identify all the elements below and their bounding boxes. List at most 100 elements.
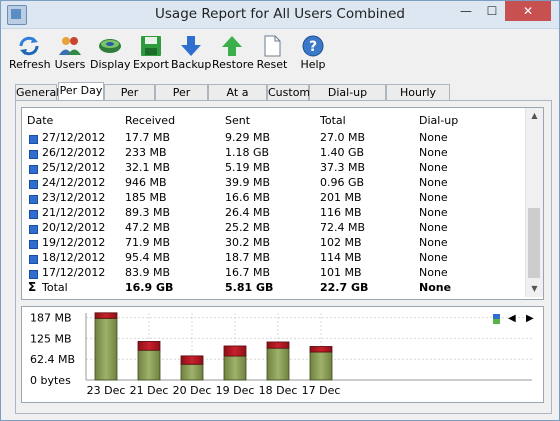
users-button[interactable]: Users (50, 33, 90, 73)
row-received: 233 MB (125, 146, 167, 159)
received-bar (223, 355, 247, 381)
row-date: 24/12/2012 (42, 176, 106, 189)
row-received: 71.9 MB (125, 236, 171, 249)
reset-label: Reset (256, 58, 288, 71)
minimize-button[interactable]: — (453, 1, 479, 21)
col-total[interactable]: Total (320, 114, 346, 127)
sent-bar (180, 355, 204, 365)
display-label: Display (90, 58, 131, 71)
row-received: 185 MB (125, 191, 167, 204)
table-row[interactable]: 24/12/2012 946 MB 39.9 MB 0.96 GB None (22, 176, 522, 192)
col-received[interactable]: Received (125, 114, 175, 127)
row-date: 25/12/2012 (42, 161, 106, 174)
row-marker-icon (29, 225, 38, 234)
maximize-button[interactable]: ☐ (479, 1, 505, 21)
tab-dial-up-sessions[interactable]: Dial-up Sessions (309, 84, 386, 114)
total-dial-up: None (419, 281, 452, 294)
users-label: Users (54, 58, 86, 71)
row-date: 18/12/2012 (42, 251, 106, 264)
refresh-label: Refresh (9, 58, 51, 71)
scroll-down-button[interactable]: ▼ (526, 281, 543, 297)
tab-at-a-glance[interactable]: At a Glance (208, 84, 267, 114)
row-sent: 26.4 MB (225, 206, 271, 219)
row-sent: 5.19 MB (225, 161, 271, 174)
export-button[interactable]: Export (131, 33, 171, 73)
restore-button[interactable]: Restore (212, 33, 254, 73)
row-total: 27.0 MB (320, 131, 366, 144)
scroll-up-button[interactable]: ▲ (526, 108, 543, 124)
table-row[interactable]: 20/12/2012 47.2 MB 25.2 MB 72.4 MB None (22, 221, 522, 237)
received-bar (94, 317, 118, 381)
legend-icon[interactable] (493, 314, 500, 324)
row-marker-icon (29, 240, 38, 249)
bar-chart: 187 MB 125 MB 62.4 MB 0 bytes 23 Dec 21 Dec 20… (30, 312, 532, 397)
svg-text:?: ? (309, 39, 317, 55)
title-bar[interactable]: Usage Report for All Users Combined — ☐ … (1, 1, 559, 29)
row-date: 19/12/2012 (42, 236, 106, 249)
sent-bar (94, 312, 118, 319)
col-dial-up[interactable]: Dial-up (419, 114, 458, 127)
row-marker-icon (29, 180, 38, 189)
help-button[interactable]: ? Help (293, 33, 333, 73)
row-received: 89.3 MB (125, 206, 171, 219)
table-row[interactable]: 26/12/2012 233 MB 1.18 GB 1.40 GB None (22, 146, 522, 162)
table-row[interactable]: 21/12/2012 89.3 MB 26.4 MB 116 MB None (22, 206, 522, 222)
save-disk-icon (141, 36, 161, 56)
row-received: 95.4 MB (125, 251, 171, 264)
sigma-icon: Σ (28, 280, 37, 294)
refresh-button[interactable]: Refresh (9, 33, 51, 73)
row-sent: 39.9 MB (225, 176, 271, 189)
row-dial-up: None (419, 221, 448, 234)
tab-hourly-rates[interactable]: Hourly Rates (386, 84, 450, 114)
backup-label: Backup (171, 58, 212, 71)
chart-tools: ◀ ▶ (493, 312, 537, 326)
row-received: 946 MB (125, 176, 167, 189)
total-label: Total (42, 281, 68, 294)
usage-table[interactable]: Date Received Sent Total Dial-up 27/12/2… (21, 107, 544, 300)
backup-button[interactable]: Backup (171, 33, 211, 73)
row-sent: 9.29 MB (225, 131, 271, 144)
row-sent: 16.6 MB (225, 191, 271, 204)
tab-per-week[interactable]: Per Week (104, 84, 155, 114)
table-row[interactable]: 23/12/2012 185 MB 16.6 MB 201 MB None (22, 191, 522, 207)
x-tick-label: 20 Dec (173, 384, 212, 397)
col-date[interactable]: Date (27, 114, 53, 127)
row-marker-icon (29, 210, 38, 219)
received-bar (309, 351, 333, 381)
x-tick-label: 19 Dec (216, 384, 255, 397)
row-total: 1.40 GB (320, 146, 365, 159)
row-marker-icon (29, 165, 38, 174)
reset-button[interactable]: Reset (252, 33, 292, 73)
close-button[interactable]: ✕ (505, 1, 551, 21)
row-dial-up: None (419, 206, 448, 219)
row-date: 23/12/2012 (42, 191, 106, 204)
y-tick-label: 125 MB (30, 332, 72, 345)
report-window: Usage Report for All Users Combined — ☐ … (0, 0, 560, 421)
x-tick-label: 23 Dec (87, 384, 126, 397)
sent-bar (309, 346, 333, 353)
scroll-thumb[interactable] (528, 208, 540, 278)
table-row[interactable]: 27/12/2012 17.7 MB 9.29 MB 27.0 MB None (22, 131, 522, 147)
sent-bar (266, 341, 290, 349)
refresh-icon (19, 36, 39, 56)
table-row[interactable]: 17/12/2012 83.9 MB 16.7 MB 101 MB None (22, 266, 522, 282)
col-sent[interactable]: Sent (225, 114, 250, 127)
tab-custom[interactable]: Custom (267, 84, 310, 100)
row-received: 17.7 MB (125, 131, 171, 144)
tab-per-day[interactable]: Per Day (58, 82, 104, 101)
table-row[interactable]: 18/12/2012 95.4 MB 18.7 MB 114 MB None (22, 251, 522, 267)
row-dial-up: None (419, 176, 448, 189)
chart-next-button[interactable]: ▶ (526, 312, 534, 326)
vertical-scrollbar[interactable]: ▲ ▼ (525, 108, 543, 297)
row-total: 201 MB (320, 191, 362, 204)
display-button[interactable]: Display (90, 33, 131, 73)
tab-per-month[interactable]: Per Month (155, 84, 208, 114)
row-marker-icon (29, 135, 38, 144)
users-icon (59, 37, 81, 55)
row-dial-up: None (419, 131, 448, 144)
received-bar (137, 349, 161, 381)
table-row[interactable]: 19/12/2012 71.9 MB 30.2 MB 102 MB None (22, 236, 522, 252)
table-row[interactable]: 25/12/2012 32.1 MB 5.19 MB 37.3 MB None (22, 161, 522, 177)
tab-general[interactable]: General (15, 84, 59, 100)
chart-prev-button[interactable]: ◀ (508, 312, 516, 326)
